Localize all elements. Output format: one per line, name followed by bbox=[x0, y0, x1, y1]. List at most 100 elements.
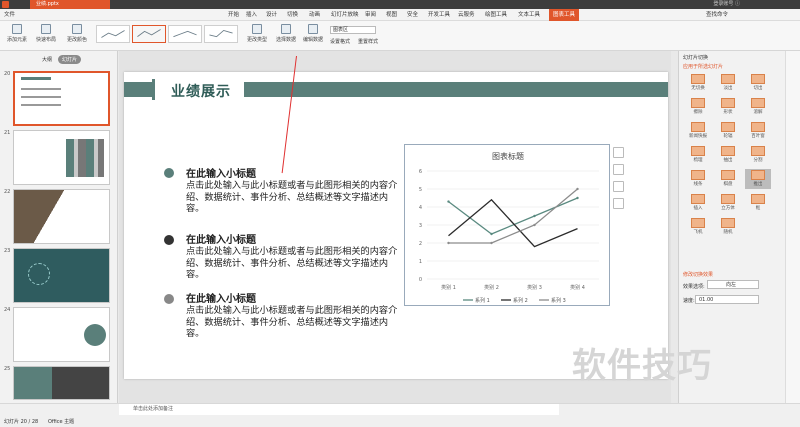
menu-home[interactable]: 开始 bbox=[228, 9, 239, 21]
select-data-icon bbox=[281, 24, 291, 34]
slide-thumb-24[interactable] bbox=[13, 307, 110, 362]
legend-label: 系列 2 bbox=[513, 297, 528, 304]
speed-input[interactable]: 01.00 bbox=[695, 295, 759, 304]
reset-style-button[interactable]: 重置样式 bbox=[358, 38, 378, 45]
menu-transition[interactable]: 切换 bbox=[287, 9, 298, 21]
menu-cloud[interactable]: 云服务 bbox=[458, 9, 475, 21]
chart-style-1[interactable] bbox=[96, 25, 130, 43]
transition-option[interactable]: 线条 bbox=[685, 169, 711, 189]
chart-settings-icon[interactable] bbox=[613, 198, 624, 209]
document-tab[interactable]: 业绩.pptx bbox=[30, 0, 110, 9]
transition-option[interactable]: 分割 bbox=[745, 145, 771, 165]
slide-thumb-23[interactable] bbox=[13, 248, 110, 303]
chart-elements-icon[interactable] bbox=[613, 147, 624, 158]
apply-label: 应用于所选幻灯片 bbox=[683, 64, 724, 70]
data-point bbox=[490, 232, 493, 236]
chart-style-brush-icon[interactable] bbox=[613, 164, 624, 175]
line-chart[interactable]: 图表标题 0 1 2 3 4 5 6 类别 1 类别 2 类别 3 类别 4 系列 1 系列 2 系列 3 bbox=[404, 144, 610, 306]
menu-drawing-tools[interactable]: 绘图工具 bbox=[485, 9, 507, 21]
chart-style-4[interactable] bbox=[204, 25, 238, 43]
transition-label: 淡出 bbox=[723, 86, 733, 91]
tab-outline[interactable]: 大纲 bbox=[38, 55, 56, 64]
menu-chart-tools[interactable]: 图表工具 bbox=[549, 9, 580, 21]
transition-option[interactable]: 切出 bbox=[745, 73, 771, 93]
speed-label: 速度: bbox=[683, 298, 695, 304]
slide-thumb-22[interactable] bbox=[13, 189, 110, 244]
menu-devtools[interactable]: 开发工具 bbox=[428, 9, 450, 21]
add-element-button[interactable]: 添加元素 bbox=[4, 24, 30, 43]
chart-svg: 图表标题 0 1 2 3 4 5 6 类别 1 类别 2 类别 3 类别 4 系列 1 系列 2 系列 3 bbox=[419, 151, 599, 304]
data-point bbox=[447, 241, 450, 245]
quick-layout-button[interactable]: 快速布局 bbox=[32, 24, 60, 43]
tab-slides[interactable]: 幻灯片 bbox=[58, 55, 82, 64]
y-tick-label: 2 bbox=[419, 241, 422, 247]
transition-option[interactable]: 无切换 bbox=[685, 73, 711, 93]
transition-option[interactable]: 梳理 bbox=[685, 145, 711, 165]
title-box[interactable]: 业绩展示 bbox=[152, 79, 244, 100]
transition-label: 百叶窗 bbox=[751, 134, 765, 139]
transition-option[interactable]: 推出 bbox=[745, 169, 771, 189]
transition-option[interactable]: 形状 bbox=[715, 97, 741, 117]
slide-thumb-21[interactable] bbox=[13, 130, 110, 185]
transition-label: 抽出 bbox=[723, 158, 733, 163]
change-type-button[interactable]: 更改类型 bbox=[244, 24, 270, 43]
subheading-1[interactable]: 在此输入小标题 bbox=[186, 165, 256, 180]
chart-style-3[interactable] bbox=[168, 25, 202, 43]
transition-option[interactable]: 棋盘 bbox=[715, 169, 741, 189]
change-color-button[interactable]: 更改颜色 bbox=[64, 24, 90, 43]
body-text-3[interactable]: 点击此处输入与此小标题或者与此图形相关的内容介绍、数据统计、事件分析、总结概述等… bbox=[186, 305, 400, 340]
transition-option[interactable]: 抽出 bbox=[715, 145, 741, 165]
slide-thumb-20[interactable] bbox=[13, 71, 110, 126]
transition-option[interactable]: 溶解 bbox=[745, 97, 771, 117]
menu-animation[interactable]: 动画 bbox=[309, 9, 320, 21]
x-tick-label: 类别 4 bbox=[570, 284, 585, 291]
subheading-2[interactable]: 在此输入小标题 bbox=[186, 231, 256, 246]
quick-layout-icon bbox=[41, 24, 51, 34]
transition-option[interactable]: 新闻快报 bbox=[685, 121, 711, 141]
menu-security[interactable]: 安全 bbox=[407, 9, 418, 21]
transition-option[interactable]: 插入 bbox=[685, 193, 711, 213]
menu-review[interactable]: 审阅 bbox=[365, 9, 376, 21]
chart-element-select[interactable]: 图表区 bbox=[330, 26, 376, 34]
notes-area[interactable]: 单击此处添加备注 bbox=[119, 404, 559, 415]
transition-option[interactable]: 轮辐 bbox=[715, 121, 741, 141]
menu-design[interactable]: 设计 bbox=[266, 9, 277, 21]
y-tick-label: 1 bbox=[419, 259, 422, 265]
format-button[interactable]: 设置格式 bbox=[330, 38, 350, 45]
transition-option[interactable]: 随机 bbox=[715, 217, 741, 237]
search-command[interactable]: 查找命令 bbox=[706, 9, 728, 21]
edit-data-button[interactable]: 编辑数据 bbox=[300, 24, 326, 43]
login-link[interactable]: 登录账号 ⓘ bbox=[713, 0, 740, 9]
transition-thumb-icon bbox=[751, 170, 765, 180]
effect-select[interactable]: 向左 bbox=[707, 280, 759, 289]
chart-filter-icon[interactable] bbox=[613, 181, 624, 192]
body-text-1[interactable]: 点击此处输入与此小标题或者与此图形相关的内容介绍、数据统计、事件分析、总结概述等… bbox=[186, 180, 400, 215]
transition-option[interactable]: 框 bbox=[745, 193, 771, 213]
slide-number: 21 bbox=[4, 130, 11, 136]
menu-slideshow[interactable]: 幻灯片放映 bbox=[331, 9, 359, 21]
menu-view[interactable]: 视图 bbox=[386, 9, 397, 21]
menu-insert[interactable]: 插入 bbox=[246, 9, 257, 21]
data-point bbox=[533, 223, 536, 227]
menu-text-tools[interactable]: 文本工具 bbox=[518, 9, 540, 21]
body-text-2[interactable]: 点击此处输入与此小标题或者与此图形相关的内容介绍、数据统计、事件分析、总结概述等… bbox=[186, 246, 400, 281]
transition-thumb-icon bbox=[721, 194, 735, 204]
transition-option[interactable]: 擦除 bbox=[685, 97, 711, 117]
transition-option[interactable]: 飞机 bbox=[685, 217, 711, 237]
transition-label: 线条 bbox=[693, 182, 703, 187]
slide-thumb-25[interactable] bbox=[13, 366, 110, 400]
x-tick-label: 类别 3 bbox=[527, 284, 542, 291]
transition-option[interactable]: 淡出 bbox=[715, 73, 741, 93]
transition-label: 擦除 bbox=[693, 110, 703, 115]
transition-option[interactable]: 百叶窗 bbox=[745, 121, 771, 141]
select-data-button[interactable]: 选择数据 bbox=[273, 24, 299, 43]
chart-style-2[interactable] bbox=[132, 25, 166, 43]
chart-type-icon bbox=[252, 24, 262, 34]
transition-option[interactable]: 立方体 bbox=[715, 193, 741, 213]
slide-number: 25 bbox=[4, 366, 11, 372]
ribbon: 添加元素 快速布局 更改颜色 更改类型 选择数据 编辑数据 图表区 设置格式 重… bbox=[0, 21, 800, 51]
transition-label: 棋盘 bbox=[723, 182, 733, 187]
subheading-3[interactable]: 在此输入小标题 bbox=[186, 290, 256, 305]
file-menu[interactable]: 文件 bbox=[4, 9, 15, 21]
slide-title: 业绩展示 bbox=[171, 84, 231, 100]
